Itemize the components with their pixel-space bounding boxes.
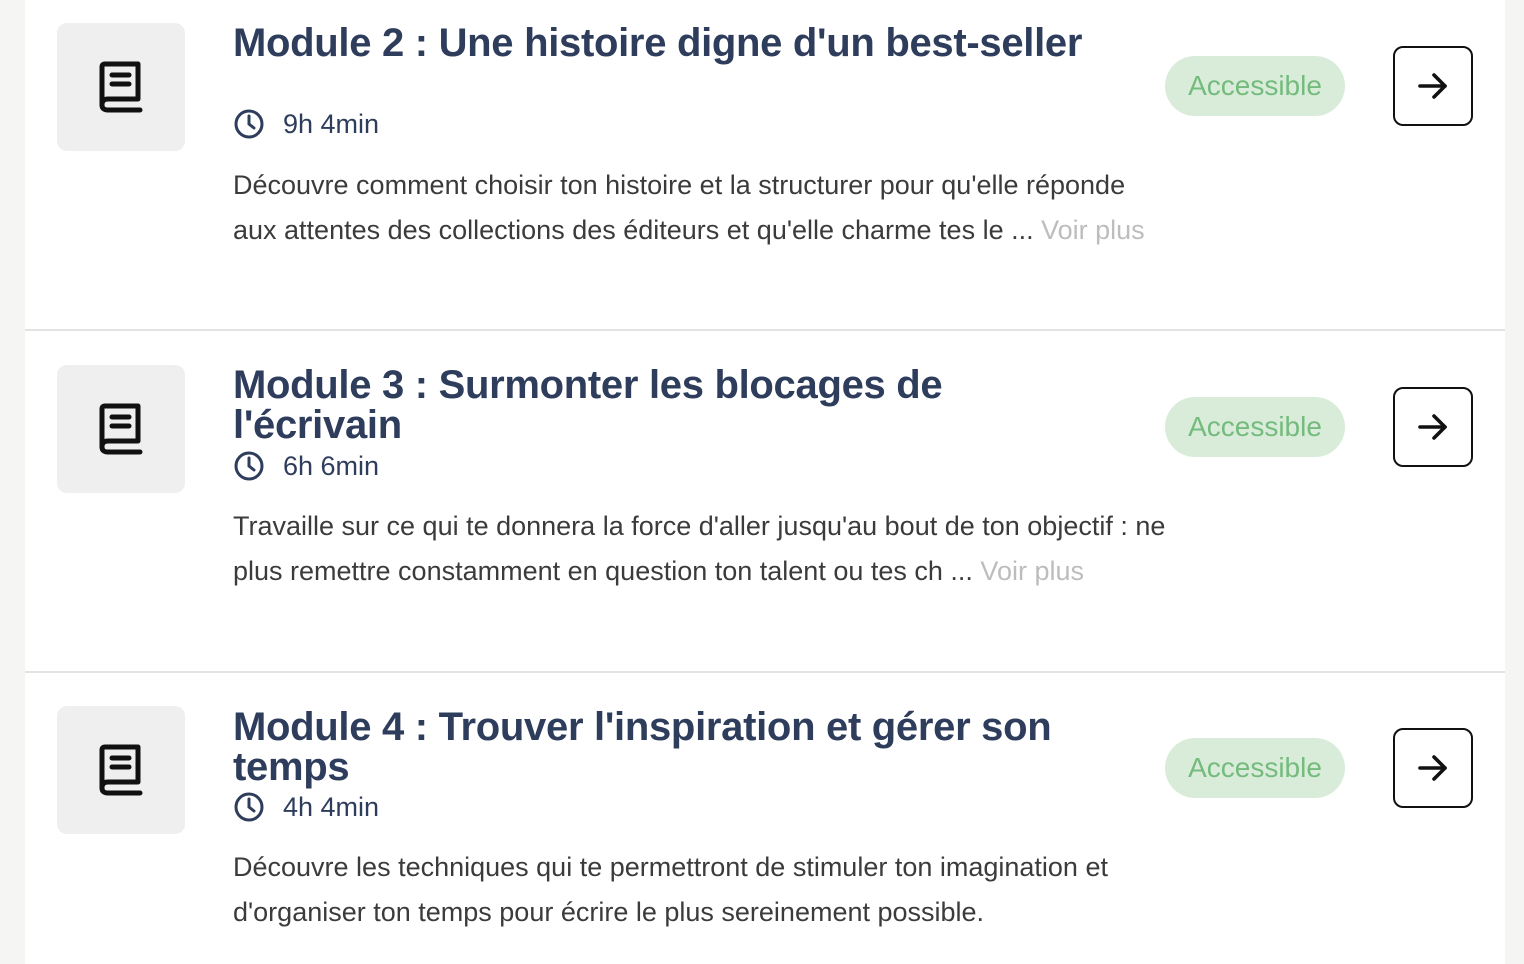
module-item: Module 3 : Surmonter les blocages de l'é…	[25, 331, 1505, 673]
open-module-button[interactable]	[1393, 387, 1473, 467]
arrow-right-icon	[1418, 755, 1447, 781]
module-duration-text: 6h 6min	[283, 450, 380, 481]
module-duration: 4h 4min	[233, 790, 379, 824]
clock-icon	[234, 792, 264, 822]
module-thumbnail	[57, 23, 185, 151]
module-list: Module 2 : Une histoire digne d'un best-…	[25, 0, 1505, 964]
module-description-text: Découvre comment choisir ton histoire et…	[233, 170, 1126, 245]
module-description: Découvre les techniques qui te permettro…	[233, 852, 1108, 927]
module-item: Module 2 : Une histoire digne d'un best-…	[25, 0, 1505, 331]
clock-icon	[234, 109, 264, 139]
arrow-right-icon	[1418, 414, 1447, 440]
module-title: Module 2 : Une histoire digne d'un best-…	[233, 21, 1083, 65]
module-title: Module 3 : Surmonter les blocages de l'é…	[233, 363, 943, 447]
open-module-button[interactable]	[1393, 728, 1473, 808]
status-badge: Accessible	[1165, 56, 1345, 116]
book-icon	[99, 61, 143, 113]
module-duration-text: 4h 4min	[283, 791, 380, 822]
module-duration: 6h 6min	[233, 449, 379, 483]
module-thumbnail	[57, 365, 185, 493]
book-icon	[99, 403, 143, 455]
module-description: Travaille sur ce qui te donnera la force…	[233, 504, 1168, 594]
module-item: Module 4 : Trouver l'inspiration et gére…	[25, 673, 1505, 964]
status-badge: Accessible	[1165, 397, 1345, 457]
open-module-button[interactable]	[1393, 46, 1473, 126]
module-duration-text: 9h 4min	[283, 108, 380, 139]
module-duration: 9h 4min	[233, 107, 379, 141]
voir-plus-link[interactable]: Voir plus	[1041, 215, 1145, 245]
module-description: Découvre comment choisir ton histoire et…	[233, 163, 1168, 253]
book-icon	[99, 744, 143, 796]
module-thumbnail	[57, 706, 185, 834]
arrow-right-icon	[1418, 73, 1447, 99]
clock-icon	[234, 451, 264, 481]
voir-plus-link[interactable]: Voir plus	[980, 556, 1084, 586]
module-title: Module 4 : Trouver l'inspiration et gére…	[233, 705, 1052, 789]
status-badge: Accessible	[1165, 738, 1345, 798]
